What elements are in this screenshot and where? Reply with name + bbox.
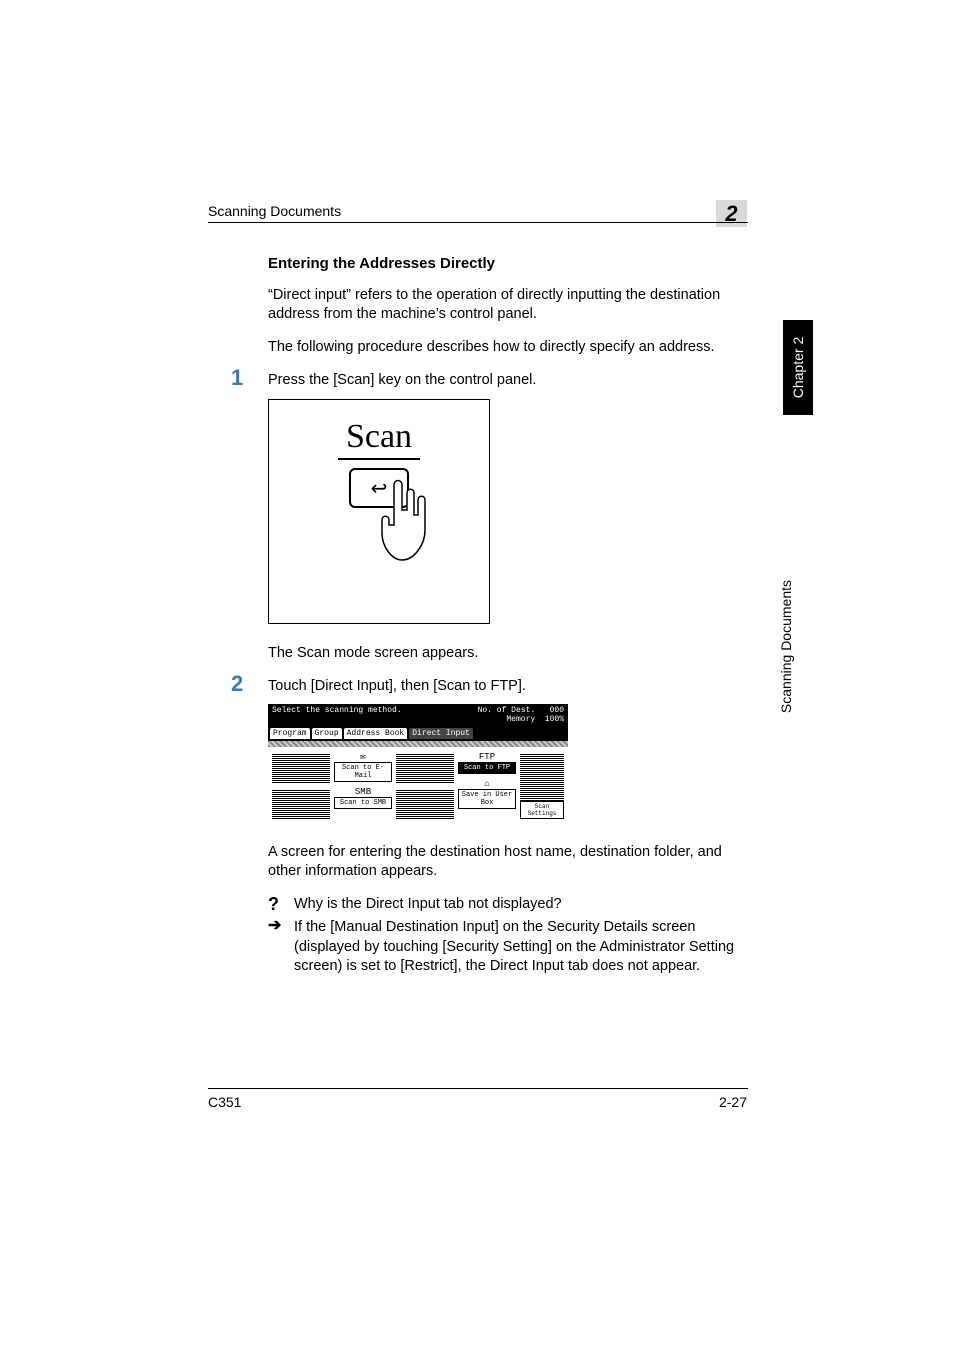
lcd-title: Select the scanning method. xyxy=(272,706,402,724)
running-header: Scanning Documents xyxy=(208,203,341,219)
lcd-btn-scan-settings[interactable]: Scan Settings xyxy=(520,801,564,819)
hatch-icon xyxy=(396,753,454,783)
side-chapter-tab: Chapter 2 xyxy=(783,320,813,415)
userbox-icon: ⌂ xyxy=(458,780,516,789)
footer-rule xyxy=(208,1088,748,1089)
footer-model: C351 xyxy=(208,1094,241,1110)
lcd-tab-group[interactable]: Group xyxy=(312,728,342,739)
hatch-icon xyxy=(272,753,330,783)
lcd-memory-label: Memory xyxy=(506,715,535,724)
ftp-icon: FTP xyxy=(458,753,516,762)
intro-para-1: “Direct input” refers to the operation o… xyxy=(268,286,750,324)
step-1-result: The Scan mode screen appears. xyxy=(268,644,750,663)
answer-text: If the [Manual Destination Input] on the… xyxy=(294,918,750,977)
step-2: 2 Touch [Direct Input], then [Scan to FT… xyxy=(268,677,750,977)
step-number: 2 xyxy=(231,671,243,697)
question-mark-icon: ? xyxy=(268,895,286,915)
header-rule xyxy=(208,222,748,223)
hand-press-icon xyxy=(374,475,434,565)
step-2-result: A screen for entering the destination ho… xyxy=(268,843,750,881)
body: Entering the Addresses Directly “Direct … xyxy=(268,255,750,987)
hatch-icon xyxy=(272,789,330,819)
step-2-text: Touch [Direct Input], then [Scan to FTP]… xyxy=(268,677,750,696)
hatch-icon xyxy=(520,753,564,801)
lcd-tab-program[interactable]: Program xyxy=(270,728,310,739)
hatch-icon xyxy=(396,789,454,819)
intro-para-2: The following procedure describes how to… xyxy=(268,338,750,357)
lcd-btn-scan-to-ftp[interactable]: Scan to FTP xyxy=(458,762,516,774)
lcd-screenshot: Select the scanning method. No. of Dest.… xyxy=(268,704,568,825)
footer-page: 2-27 xyxy=(719,1094,747,1110)
arrow-right-icon: ➔ xyxy=(268,918,286,977)
section-heading: Entering the Addresses Directly xyxy=(268,255,750,272)
scan-key-label: Scan xyxy=(338,418,420,460)
lcd-tab-address-book[interactable]: Address Book xyxy=(344,728,408,739)
lcd-memory-value: 100% xyxy=(545,715,564,724)
lcd-tab-direct-input[interactable]: Direct Input xyxy=(409,728,473,739)
page: Scanning Documents 2 Chapter 2 Scanning … xyxy=(0,0,954,1350)
answer-row: ➔ If the [Manual Destination Input] on t… xyxy=(268,918,750,977)
envelope-icon: ✉ xyxy=(334,753,392,762)
smb-icon: SMB xyxy=(334,788,392,797)
question-row: ? Why is the Direct Input tab not displa… xyxy=(268,895,750,915)
step-number: 1 xyxy=(231,365,243,391)
side-section-label: Scanning Documents xyxy=(778,580,794,713)
step-1: 1 Press the [Scan] key on the control pa… xyxy=(268,371,750,664)
step-1-text: Press the [Scan] key on the control pane… xyxy=(268,371,750,390)
lcd-btn-scan-to-smb[interactable]: Scan to SMB xyxy=(334,797,392,809)
lcd-dest-label: No. of Dest. xyxy=(478,706,536,715)
lcd-dest-value: 000 xyxy=(550,706,564,715)
lcd-btn-save-user-box[interactable]: Save in User Box xyxy=(458,789,516,809)
question-text: Why is the Direct Input tab not displaye… xyxy=(294,895,562,915)
scan-key-figure: Scan ↩ xyxy=(268,399,490,624)
lcd-btn-scan-to-email[interactable]: Scan to E-Mail xyxy=(334,762,392,782)
